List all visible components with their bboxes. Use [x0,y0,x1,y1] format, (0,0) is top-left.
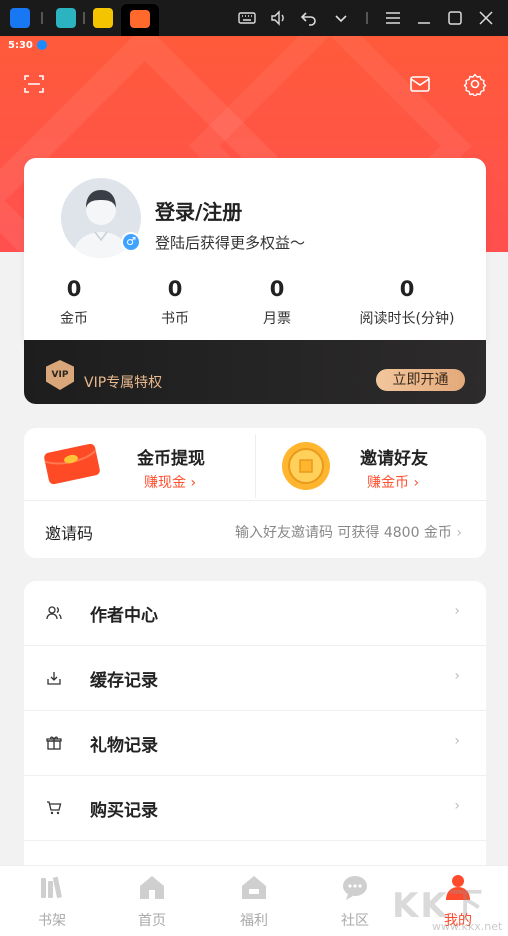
menu-item-purchase-records[interactable]: 购买记录 › [24,776,486,841]
download-icon [46,670,62,686]
close-icon[interactable] [475,8,497,28]
nav-bookshelf[interactable]: 书架 [22,872,82,930]
chevron-right-icon: › [456,525,462,541]
divider [41,12,43,24]
stat-label: 阅读时长(分钟) [359,311,455,327]
nav-welfare[interactable]: 福利 [224,872,284,930]
stat-label: 月票 [263,311,291,327]
stat-value: 0 [66,277,82,301]
chevron-down-icon[interactable] [330,8,352,28]
scan-icon[interactable] [22,72,46,96]
status-bar: 5:30 [8,38,47,52]
invite-friends-title[interactable]: 邀请好友 [360,444,428,469]
bookshelf-icon [37,872,67,902]
menu-item-gift-records[interactable]: 礼物记录 › [24,711,486,776]
chevron-right-icon: › [454,798,460,814]
gift-icon [46,735,62,751]
cart-icon [46,800,62,816]
watermark-url: www.kkx.net [432,920,503,933]
app-tab-icon [130,10,150,28]
gender-male-icon: ♂ [121,232,141,252]
app-tab-icon[interactable] [93,8,113,28]
nav-label: 社区 [341,913,369,929]
settings-menu: 作者中心 › 缓存记录 › 礼物记录 › 购买记录 › 反馈帮助 › [24,581,486,881]
stat-monthly-tickets[interactable]: 0 月票 [257,276,297,328]
stat-label: 书币 [161,311,189,327]
back-icon[interactable] [298,8,320,28]
nav-label: 首页 [138,913,166,929]
vip-privilege-text: VIP专属特权 [84,375,163,391]
invite-code-field[interactable]: 输入好友邀请码 可获得 4800 金币 › [235,522,462,542]
rewards-card: 金币提现 赚现金 › 邀请好友 赚金币 › 邀请码 输入好友邀请码 可获得 48… [24,428,486,558]
community-icon [340,872,370,902]
vip-badge-icon: VIP [46,360,74,390]
menu-label: 作者中心 [90,606,158,626]
login-register-link[interactable]: 登录/注册 [155,196,242,225]
app-tab-icon[interactable] [56,8,76,28]
welfare-icon [239,872,269,902]
divider [24,500,486,501]
divider [83,12,85,24]
emulator-toolbar [0,0,508,36]
divider [366,12,368,24]
menu-item-author-center[interactable]: 作者中心 › [24,581,486,646]
status-time: 5:30 [8,39,33,51]
volume-icon[interactable] [268,8,290,28]
stat-value: 0 [167,277,183,301]
author-icon [46,605,62,621]
stat-reading-time[interactable]: 0 阅读时长(分钟) [350,276,464,328]
vip-banner[interactable]: VIP VIP专属特权 立即开通 [24,340,486,404]
nav-community[interactable]: 社区 [325,872,385,930]
stat-value: 0 [269,277,285,301]
menu-icon[interactable] [382,8,404,28]
chevron-right-icon: › [454,603,460,619]
notification-icon [36,40,47,50]
login-subtitle: 登陆后获得更多权益～ [155,234,306,252]
menu-item-cache-records[interactable]: 缓存记录 › [24,646,486,711]
menu-label: 缓存记录 [90,671,158,691]
nav-label: 书架 [38,913,66,929]
invite-friends-link[interactable]: 赚金币 › [367,472,419,492]
red-envelope-icon [40,442,104,486]
withdraw-title[interactable]: 金币提现 [137,444,205,469]
stat-value: 0 [399,277,415,301]
stat-gold-coins[interactable]: 0 金币 [54,276,94,328]
nav-home[interactable]: 首页 [122,872,182,930]
stat-book-coins[interactable]: 0 书币 [155,276,195,328]
nav-label: 福利 [240,913,268,929]
invite-code-hint: 输入好友邀请码 可获得 4800 金币 [234,525,452,541]
menu-label: 礼物记录 [90,736,158,756]
chevron-right-icon: › [454,733,460,749]
withdraw-link[interactable]: 赚现金 › [144,472,196,492]
gold-coin-icon [280,440,332,492]
settings-icon[interactable] [463,72,487,98]
stat-label: 金币 [60,311,88,327]
home-icon [137,872,167,902]
keyboard-icon[interactable] [236,8,258,28]
menu-label: 购买记录 [90,801,158,821]
chevron-right-icon: › [454,668,460,684]
vip-open-button[interactable]: 立即开通 [376,369,465,391]
mail-icon[interactable] [408,72,432,96]
app-tab-icon[interactable] [10,8,30,28]
maximize-icon[interactable] [444,8,466,28]
invite-code-label: 邀请码 [45,524,94,543]
minimize-icon[interactable] [413,8,435,28]
profile-card: ♂ 登录/注册 登陆后获得更多权益～ 0 金币 0 书币 0 月票 0 阅读时长… [24,158,486,348]
divider [255,434,256,498]
